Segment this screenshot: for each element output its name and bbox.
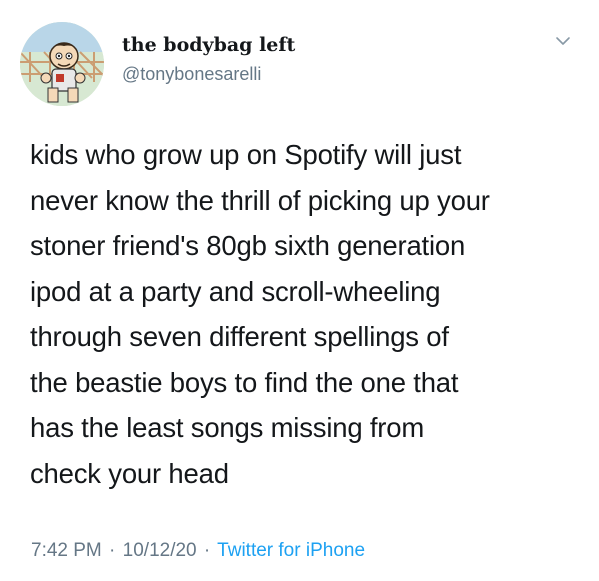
tweet-meta: 7:42 PM · 10/12/20 · Twitter for iPhone: [31, 540, 365, 562]
meta-separator: ·: [109, 540, 116, 561]
avatar[interactable]: [20, 22, 104, 106]
display-name[interactable]: the bodybag left: [122, 34, 295, 56]
tweet-card: the bodybag left @tonybonesarelli kids w…: [0, 0, 599, 581]
tweet-source-link[interactable]: Twitter for iPhone: [217, 540, 365, 561]
tweet-text-line: through seven different spellings of: [30, 321, 449, 352]
tweet-text-line: has the least songs missing from: [30, 412, 425, 443]
tweet-time[interactable]: 7:42 PM: [31, 540, 102, 561]
tweet-text-line: ipod at a party and scroll-wheeling: [30, 275, 441, 307]
tweet-text-line: the beastie boys to find the one that: [30, 366, 459, 398]
tweet-text-line: never know the thrill of picking up your: [30, 184, 490, 216]
chevron-down-icon[interactable]: [552, 30, 574, 52]
tweet-text-line: check your head: [30, 457, 229, 489]
meta-separator: ·: [203, 540, 211, 561]
tweet-date[interactable]: 10/12/20: [123, 540, 197, 561]
tweet-text: kids who grow up on Spotify will just ne…: [30, 132, 580, 496]
user-handle[interactable]: @tonybonesarelli: [122, 64, 261, 85]
cartoon-avatar-image: [20, 22, 104, 106]
tweet-text-line: stoner friend's 80gb sixth generation: [30, 230, 466, 261]
tweet-text-line: kids who grow up on Spotify will just: [30, 139, 462, 170]
